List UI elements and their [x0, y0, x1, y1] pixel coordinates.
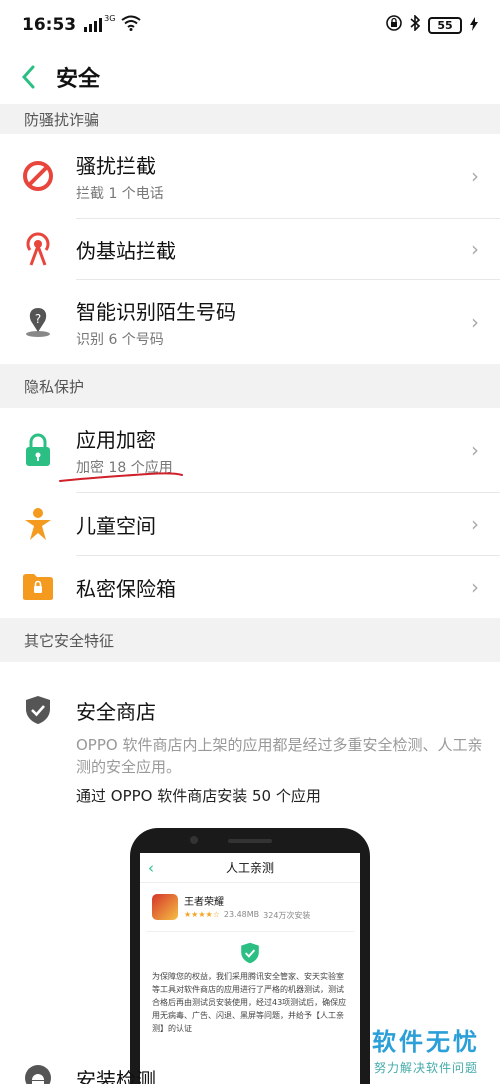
fake-station-item[interactable]: 伪基站拦截 › [0, 219, 500, 279]
clock: 16:53 [22, 15, 77, 35]
game-app-icon [152, 894, 178, 920]
chevron-right-icon: › [471, 438, 479, 462]
preview-note: 为保障您的权益，我们采用腾讯安全管家、安天实验室等工具对软件商店的应用进行了严格… [152, 972, 347, 1033]
chevron-left-icon: ‹ [148, 858, 154, 877]
smart-id-subtitle: 识别 6 个号码 [76, 331, 164, 348]
back-button[interactable] [0, 50, 56, 104]
section-header-privacy: 隐私保护 [0, 364, 500, 408]
secure-store-description: OPPO 软件商店内上架的应用都是经过多重安全检测、人工亲测的安全应用。 [76, 736, 483, 776]
speaker-grille [228, 839, 272, 843]
harass-block-item[interactable]: 骚扰拦截 拦截 1 个电话 › [0, 134, 500, 218]
chevron-left-icon [21, 65, 35, 89]
preview-app-installs: 324万次安装 [263, 911, 311, 920]
kids-space-item[interactable]: 儿童空间 › [0, 493, 500, 555]
android-icon [0, 1064, 76, 1084]
harass-block-subtitle: 拦截 1 个电话 [76, 185, 164, 202]
app-lock-title: 应用加密 [76, 427, 156, 452]
charging-icon [470, 16, 478, 35]
chevron-right-icon: › [471, 512, 479, 536]
chevron-right-icon: › [471, 310, 479, 334]
child-icon [0, 507, 76, 541]
app-header: 安全 [0, 50, 500, 104]
page-title: 安全 [56, 67, 101, 92]
secure-store-stat: 通过 OPPO 软件商店安装 50 个应用 [76, 787, 321, 805]
watermark-title: 软件无忧 [372, 1028, 480, 1056]
lock-rotation-icon [386, 15, 402, 35]
secure-store-title: 安全商店 [76, 699, 156, 724]
bluetooth-icon [410, 14, 421, 35]
preview-app-name: 王者荣耀 [184, 897, 224, 908]
folder-lock-icon [0, 573, 76, 601]
preview-title: 人工亲测 [225, 861, 274, 875]
status-bar: 16:53 3G 55 [0, 0, 500, 50]
signal-tower-icon [0, 232, 76, 266]
rating-stars-icon: ★★★★☆ [184, 910, 220, 919]
private-box-item[interactable]: 私密保险箱 › [0, 556, 500, 618]
secure-store-item: 安全商店 [0, 688, 500, 732]
fake-station-title: 伪基站拦截 [76, 238, 176, 263]
preview-app-size: 23.48MB [223, 910, 260, 919]
wifi-icon [121, 15, 142, 35]
section-header-other: 其它安全特征 [0, 618, 500, 662]
smart-id-item[interactable]: ? 智能识别陌生号码 识别 6 个号码 › [0, 280, 500, 364]
shield-check-icon [0, 695, 76, 725]
unknown-caller-icon: ? [0, 306, 76, 338]
private-box-title: 私密保险箱 [76, 576, 176, 601]
section-header-anti-harass: 防骚扰诈骗 [0, 104, 500, 134]
network-label: 3G [104, 14, 116, 23]
chevron-right-icon: › [471, 237, 479, 261]
preview-app-card: 王者荣耀 ★★★★☆ 23.48MB 324万次安装 [146, 887, 354, 927]
battery-icon: 55 [428, 16, 462, 34]
chevron-right-icon: › [471, 575, 479, 599]
block-icon [0, 160, 76, 192]
signal-icon [84, 18, 103, 32]
watermark-logo: 软件无忧 努力解决软件问题 [372, 1022, 480, 1076]
camera-dot [190, 836, 198, 844]
phone-screen: ‹ 人工亲测 王者荣耀 ★★★★☆ 23.48MB 324万次安装 为保障您的权… [140, 853, 360, 1084]
battery-level: 55 [437, 18, 453, 32]
smart-id-title: 智能识别陌生号码 [76, 299, 236, 324]
watermark-slogan: 努力解决软件问题 [373, 1061, 478, 1075]
padlock-icon [0, 433, 76, 467]
kids-space-title: 儿童空间 [76, 513, 156, 538]
chevron-right-icon: › [471, 164, 479, 188]
red-underline-annotation [59, 472, 183, 482]
phone-illustration: ‹ 人工亲测 王者荣耀 ★★★★☆ 23.48MB 324万次安装 为保障您的权… [130, 828, 370, 1084]
shield-check-icon [152, 942, 348, 964]
harass-block-title: 骚扰拦截 [76, 153, 156, 178]
svg-text:?: ? [35, 312, 41, 326]
